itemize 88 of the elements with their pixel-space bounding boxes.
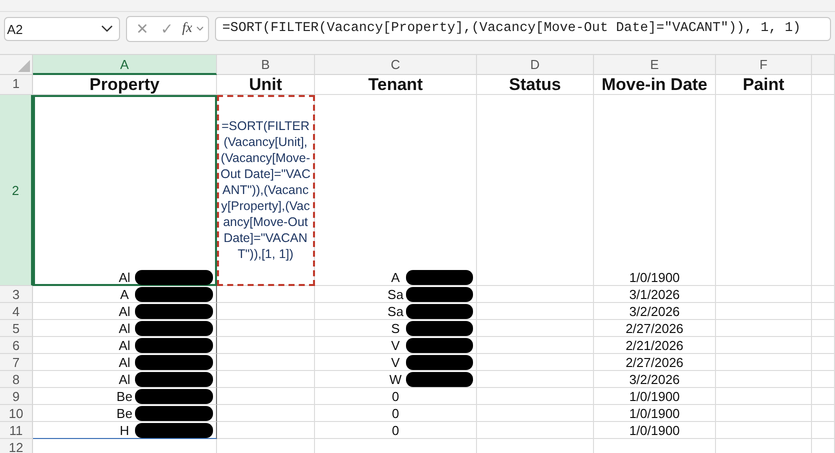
table-cell[interactable]: =SORT(FILTER(Vacancy[Unit],(Vacancy[Move-Out Date]="VACANT")),(Vacancy[Property],(Vacancy[Move-Out Date]="VACANT")),[1, 1])	[217, 95, 315, 286]
row-header[interactable]: 5	[0, 320, 33, 337]
table-cell[interactable]	[812, 95, 835, 286]
table-cell[interactable]: 0	[315, 422, 477, 439]
table-cell[interactable]	[812, 354, 835, 371]
caret-icon	[196, 26, 204, 32]
table-cell[interactable]: 3/1/2026	[594, 286, 716, 303]
table-cell[interactable]	[217, 422, 315, 439]
table-cell[interactable]	[812, 371, 835, 388]
table-cell[interactable]	[217, 371, 315, 388]
table-cell[interactable]	[217, 320, 315, 337]
table-cell[interactable]	[812, 286, 835, 303]
cell-reference: A2	[7, 22, 23, 36]
header-cell[interactable]: Unit	[217, 75, 315, 95]
table-cell[interactable]: 0	[315, 388, 477, 405]
table-cell[interactable]	[217, 354, 315, 371]
table-cell[interactable]	[477, 303, 594, 320]
table-cell[interactable]: 0	[315, 405, 477, 422]
table-cell[interactable]	[812, 422, 835, 439]
table-cell[interactable]	[716, 95, 812, 286]
table-cell[interactable]: Al	[33, 95, 217, 286]
row-header[interactable]: 6	[0, 337, 33, 354]
table-cell[interactable]	[477, 422, 594, 439]
table-cell[interactable]	[716, 405, 812, 422]
table-cell[interactable]	[477, 337, 594, 354]
row-header[interactable]: 7	[0, 354, 33, 371]
header-cell[interactable]: Tenant	[315, 75, 477, 95]
header-cell[interactable]: Move-in Date	[594, 75, 716, 95]
table-cell[interactable]	[477, 371, 594, 388]
column-header[interactable]: B	[217, 55, 315, 75]
table-cell[interactable]	[477, 95, 594, 286]
table-cell[interactable]: 1/0/1900	[594, 405, 716, 422]
triangle-icon	[18, 60, 30, 72]
name-box[interactable]: A2	[4, 17, 120, 41]
table-cell[interactable]	[217, 388, 315, 405]
column-header[interactable]: F	[716, 55, 812, 75]
table-cell[interactable]	[812, 388, 835, 405]
caret-icon	[101, 25, 113, 33]
table-cell[interactable]	[716, 303, 812, 320]
formula-field[interactable]: =SORT(FILTER(Vacancy[Property],(Vacancy[Move-Out Date]="VACANT")), 1, 1)	[215, 17, 831, 41]
table-cell[interactable]: 2/27/2026	[594, 354, 716, 371]
header-cell[interactable]: Status	[477, 75, 594, 95]
select-all-button[interactable]	[0, 55, 33, 75]
table-cell[interactable]	[716, 337, 812, 354]
table-cell[interactable]	[217, 286, 315, 303]
row-header[interactable]: 10	[0, 405, 33, 422]
row-header[interactable]: 3	[0, 286, 33, 303]
table-cell[interactable]	[716, 320, 812, 337]
table-cell[interactable]	[217, 337, 315, 354]
table-cell[interactable]	[477, 388, 594, 405]
row-header[interactable]: 12	[0, 439, 33, 453]
insert-function-button[interactable]: fx	[180, 21, 194, 37]
row-header[interactable]: 9	[0, 388, 33, 405]
column-header[interactable]: C	[315, 55, 477, 75]
table-cell[interactable]	[716, 371, 812, 388]
table-cell[interactable]	[477, 354, 594, 371]
table-cell[interactable]: 2/21/2026	[594, 337, 716, 354]
table-cell[interactable]	[812, 303, 835, 320]
table-cell[interactable]: 1/0/1900	[594, 388, 716, 405]
column-header[interactable]	[812, 55, 835, 75]
table-cell[interactable]	[217, 405, 315, 422]
table-cell[interactable]	[716, 354, 812, 371]
table-cell[interactable]	[716, 286, 812, 303]
row-header[interactable]: 4	[0, 303, 33, 320]
table-cell[interactable]: 2/27/2026	[594, 320, 716, 337]
table-cell[interactable]	[477, 286, 594, 303]
table-cell[interactable]	[812, 337, 835, 354]
row-header[interactable]: 11	[0, 422, 33, 439]
table-cell[interactable]	[477, 320, 594, 337]
table-cell[interactable]	[477, 405, 594, 422]
table-cell[interactable]	[716, 388, 812, 405]
row-header[interactable]: 2	[0, 95, 33, 286]
table-cell[interactable]: 1/0/1900	[594, 422, 716, 439]
header-cell[interactable]: Property	[33, 75, 217, 95]
table-cell[interactable]: 3/2/2026	[594, 371, 716, 388]
table-cell[interactable]	[812, 320, 835, 337]
column-header[interactable]: A	[33, 55, 217, 75]
header-cell[interactable]: Paint	[716, 75, 812, 95]
table-cell[interactable]	[812, 75, 835, 95]
table-cell[interactable]	[812, 405, 835, 422]
column-header[interactable]: D	[477, 55, 594, 75]
table-cell[interactable]	[716, 422, 812, 439]
column-header[interactable]: E	[594, 55, 716, 75]
table-cell[interactable]	[217, 303, 315, 320]
table-cell[interactable]: 1/0/1900	[594, 95, 716, 286]
row-header[interactable]: 1	[0, 75, 33, 95]
row-header[interactable]: 8	[0, 371, 33, 388]
table-cell[interactable]: 3/2/2026	[594, 303, 716, 320]
